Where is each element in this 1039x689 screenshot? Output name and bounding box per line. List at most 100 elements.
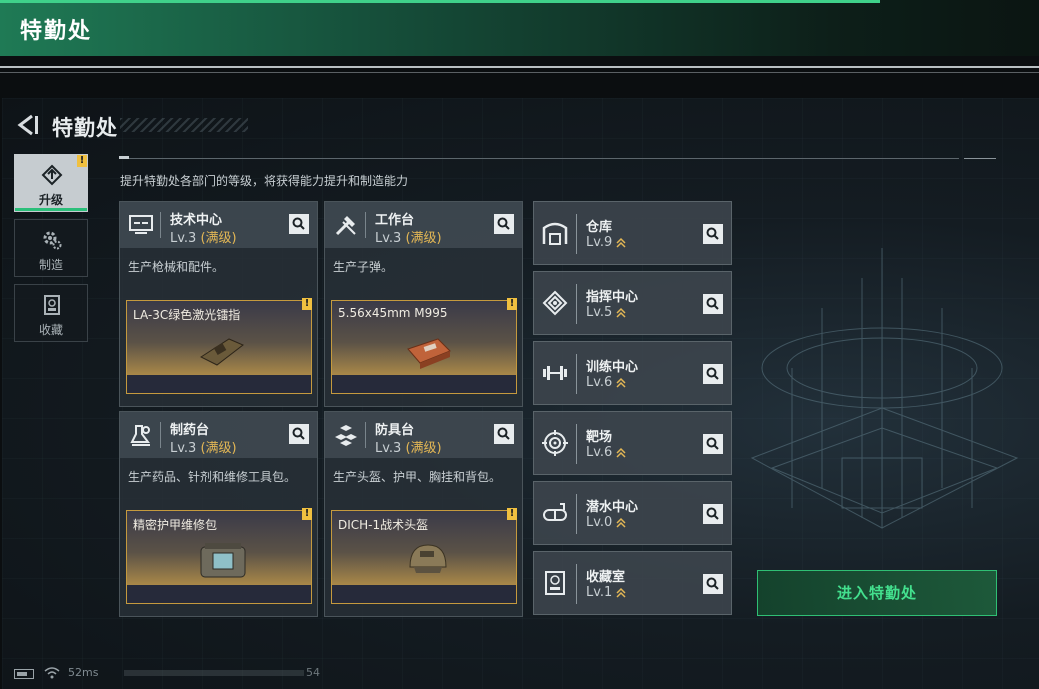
facility-name: 靶场 [586, 430, 613, 445]
separator [365, 422, 366, 448]
level-value: Lv.5 [586, 305, 613, 320]
diving-center-icon [543, 503, 567, 521]
ammo-box-image [407, 338, 451, 369]
back-button[interactable] [14, 112, 40, 138]
card-header: 工作台 Lv.3 (满级) [325, 202, 522, 248]
armor-bench-icon [335, 425, 357, 446]
search-icon[interactable] [703, 504, 723, 524]
facility-command-center[interactable]: 指挥中心 Lv.5 [533, 271, 732, 335]
fps-readout: 54 [306, 666, 320, 679]
command-center-icon [542, 290, 568, 316]
separator [160, 422, 161, 448]
tab-label: 收藏 [38, 323, 63, 337]
alert-badge: ! [77, 155, 87, 167]
facility-warehouse[interactable]: 仓库 Lv.9 [533, 201, 732, 265]
tab-active-indicator [15, 208, 87, 211]
craft-item-slot[interactable]: LA-3C绿色激光镭指 ! [126, 298, 312, 394]
department-description: 生产子弹。 [333, 260, 394, 274]
shooting-range-icon [542, 430, 568, 456]
card-header: 技术中心 Lv.3 (满级) [120, 202, 317, 248]
warehouse-icon [542, 222, 568, 245]
item-name: 5.56x45mm M995 [338, 306, 448, 320]
facility-level: Lv.6 [586, 375, 626, 390]
facility-training-center[interactable]: 训练中心 Lv.6 [533, 341, 732, 405]
facility-level: Lv.5 [586, 305, 626, 320]
upgrade-arrow-icon [616, 237, 626, 248]
page-subtitle: 提升特勤处各部门的等级，将获得能力提升和制造能力 [120, 174, 409, 188]
department-description: 生产头盔、护甲、胸挂和背包。 [333, 470, 502, 484]
pharmacy-icon [130, 425, 150, 446]
search-icon[interactable] [703, 364, 723, 384]
facility-name: 收藏室 [586, 570, 626, 585]
search-icon[interactable] [703, 224, 723, 244]
separator [576, 284, 577, 324]
department-name: 工作台 [375, 213, 415, 228]
separator [365, 212, 366, 238]
outer-title: 特勤处 [20, 19, 93, 44]
workbench-icon [335, 216, 356, 236]
facility-diving-center[interactable]: 潜水中心 Lv.0 [533, 481, 732, 545]
training-center-icon [543, 366, 567, 380]
facility-level: Lv.0 [586, 515, 626, 530]
facility-name: 仓库 [586, 220, 613, 235]
craft-item-slot[interactable]: 精密护甲维修包 ! [126, 508, 312, 604]
level-value: Lv.6 [586, 375, 613, 390]
craft-item-slot[interactable]: 5.56x45mm M995 ! [331, 298, 517, 394]
facility-name: 训练中心 [586, 360, 639, 375]
search-icon[interactable] [703, 434, 723, 454]
separator [576, 354, 577, 394]
upgrade-arrow-icon [616, 447, 626, 458]
card-header: 制药台 Lv.3 (满级) [120, 412, 317, 458]
facility-collection-room[interactable]: 收藏室 Lv.1 [533, 551, 732, 615]
level-value: Lv.0 [586, 515, 613, 530]
outer-header: 特勤处 [0, 0, 1039, 56]
title-decoration [120, 118, 248, 132]
tab-craft[interactable]: 制造 [14, 219, 88, 277]
separator [576, 214, 577, 254]
department-level: Lv.3 (满级) [375, 227, 442, 246]
max-level-tag: (满级) [405, 441, 442, 456]
max-level-tag: (满级) [200, 231, 237, 246]
repair-kit-image [200, 543, 246, 578]
level-value: Lv.6 [586, 445, 613, 460]
search-icon[interactable] [703, 574, 723, 594]
base-illustration [750, 248, 1019, 529]
search-icon[interactable] [703, 294, 723, 314]
upgrade-arrow-icon [616, 587, 626, 598]
card-header: 防具台 Lv.3 (满级) [325, 412, 522, 458]
item-footer [127, 375, 311, 393]
level-value: Lv.3 [170, 231, 197, 246]
collection-icon [44, 295, 60, 315]
status-bar: 52ms 54 [0, 660, 1039, 689]
wifi-icon [44, 667, 60, 679]
level-value: Lv.3 [170, 441, 197, 456]
facility-level: Lv.6 [586, 445, 626, 460]
level-value: Lv.3 [375, 231, 402, 246]
enter-special-ops-button[interactable]: 进入特勤处 [757, 570, 997, 616]
facility-shooting-range[interactable]: 靶场 Lv.6 [533, 411, 732, 475]
divider [964, 158, 996, 159]
max-level-tag: (满级) [200, 441, 237, 456]
tech-center-icon [129, 215, 153, 234]
tab-label: 升级 [38, 193, 63, 207]
helmet-image [409, 544, 447, 573]
department-name: 技术中心 [170, 213, 223, 228]
search-icon[interactable] [494, 214, 514, 234]
item-footer [332, 375, 516, 393]
level-value: Lv.1 [586, 585, 613, 600]
max-level-tag: (满级) [405, 231, 442, 246]
item-name: LA-3C绿色激光镭指 [133, 308, 241, 322]
item-name: 精密护甲维修包 [133, 518, 218, 532]
battery-icon [14, 669, 34, 679]
search-icon[interactable] [289, 424, 309, 444]
separator [576, 564, 577, 604]
search-icon[interactable] [289, 214, 309, 234]
search-icon[interactable] [494, 424, 514, 444]
facility-name: 指挥中心 [586, 290, 639, 305]
collection-room-icon [545, 571, 565, 595]
tab-upgrade[interactable]: 升级 ! [14, 154, 88, 212]
tab-collection[interactable]: 收藏 [14, 284, 88, 342]
level-value: Lv.9 [586, 235, 613, 250]
department-card-tech-center: 技术中心 Lv.3 (满级) 生产枪械和配件。 LA-3C绿色激光镭指 ! [119, 201, 318, 407]
craft-item-slot[interactable]: DICH-1战术头盔 ! [331, 508, 517, 604]
